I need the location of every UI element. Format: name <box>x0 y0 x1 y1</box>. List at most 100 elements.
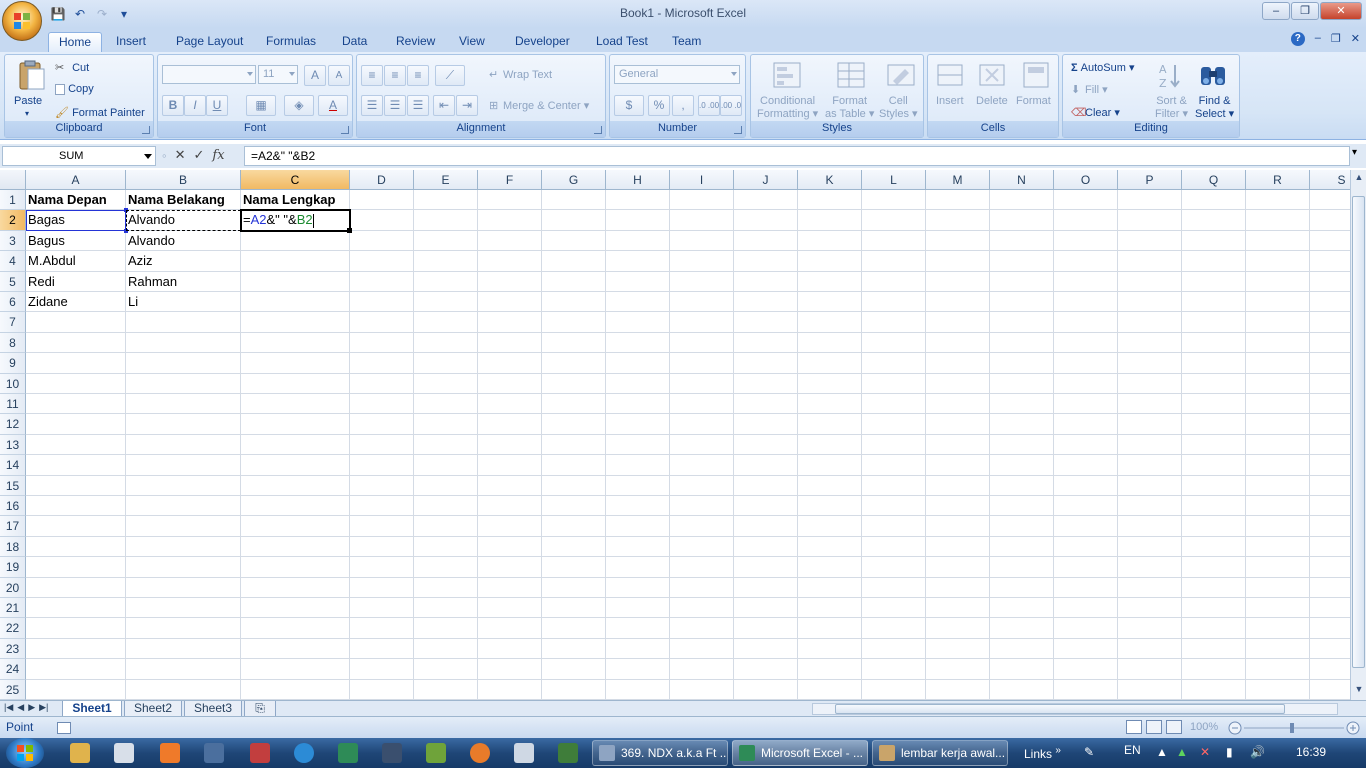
borders-button[interactable]: ▦ <box>246 95 276 116</box>
edit-icon[interactable]: ✎ <box>1084 745 1094 759</box>
merge-center-button[interactable]: ⊞ Merge & Center ▾ <box>489 99 589 113</box>
name-box-dropdown-icon[interactable] <box>144 154 152 159</box>
last-sheet-icon[interactable]: ▶| <box>39 702 48 713</box>
align-left-button[interactable]: ☰ <box>361 95 383 116</box>
cancel-entry-icon[interactable]: ✕ <box>175 147 186 163</box>
row-header[interactable]: 9 <box>0 353 26 374</box>
paste-icon[interactable] <box>15 59 47 91</box>
format-cells-icon[interactable] <box>1020 59 1052 91</box>
cell-b3[interactable]: Alvando <box>126 231 241 251</box>
column-header[interactable]: J <box>734 170 798 190</box>
insert-button[interactable]: Insert <box>936 95 964 107</box>
task-browser[interactable]: lembar kerja awal... <box>872 740 1008 766</box>
row-header[interactable]: 19 <box>0 557 26 578</box>
row-header[interactable]: 1 <box>0 190 26 211</box>
align-right-button[interactable]: ☰ <box>407 95 429 116</box>
tab-formulas[interactable]: Formulas <box>256 32 326 52</box>
row-header[interactable]: 8 <box>0 332 26 354</box>
formula-input[interactable]: =A2&" "&B2 <box>244 146 1350 166</box>
delete-cells-icon[interactable] <box>976 59 1008 91</box>
prev-sheet-icon[interactable]: ◀ <box>17 702 24 713</box>
cell-a5[interactable]: Redi <box>26 272 126 292</box>
align-middle-button[interactable]: ≡ <box>384 65 406 86</box>
select-all-corner[interactable] <box>0 170 26 190</box>
format-button[interactable]: Format <box>1016 95 1051 107</box>
horizontal-scroll-thumb[interactable] <box>835 704 1285 714</box>
number-format-combo[interactable]: General <box>614 65 740 84</box>
delete-button[interactable]: Delete <box>976 95 1008 107</box>
column-header[interactable]: L <box>862 170 926 190</box>
row-header[interactable]: 6 <box>0 292 26 313</box>
conditional-formatting-button[interactable]: Conditional Formatting ▾ <box>757 95 818 120</box>
row-header[interactable]: 25 <box>0 679 26 700</box>
row-header[interactable]: 10 <box>0 373 26 394</box>
vertical-scrollbar[interactable]: ▲ ▼ <box>1350 170 1366 700</box>
active-cell-c2[interactable]: =A2&" "&B2 <box>240 209 351 232</box>
row-header[interactable]: 14 <box>0 455 26 476</box>
start-button[interactable] <box>6 738 44 768</box>
workbook-close-button[interactable]: ✕ <box>1351 32 1360 46</box>
game-icon[interactable] <box>426 743 446 763</box>
font-size-combo[interactable]: 11 <box>258 65 298 84</box>
paste-dropdown-icon[interactable]: ▾ <box>25 109 29 118</box>
font-name-combo[interactable] <box>162 65 256 84</box>
workbook-minimize-button[interactable]: – <box>1315 32 1321 46</box>
zoom-slider[interactable] <box>1228 721 1360 735</box>
clear-button[interactable]: ⌫Clear ▾ <box>1071 106 1120 120</box>
speaker-icon[interactable]: 🔊 <box>1250 745 1265 759</box>
internet-explorer-icon[interactable] <box>294 743 314 763</box>
row-header[interactable]: 4 <box>0 251 26 272</box>
cut-button[interactable]: ✂ Cut <box>55 61 89 75</box>
underline-button[interactable]: U <box>206 95 228 116</box>
explorer-icon[interactable] <box>70 743 90 763</box>
cell-a1[interactable]: Nama Depan <box>26 190 126 210</box>
acrobat-icon[interactable] <box>250 743 270 763</box>
tab-home[interactable]: Home <box>48 32 103 52</box>
app-icon[interactable] <box>382 743 402 763</box>
task-music[interactable]: 369. NDX a.k.a Ft ... <box>592 740 728 766</box>
link-icon[interactable] <box>204 743 224 763</box>
alignment-launcher-icon[interactable] <box>594 126 602 134</box>
row-header[interactable]: 12 <box>0 414 26 435</box>
tab-team[interactable]: Team <box>662 32 711 52</box>
row-header[interactable]: 11 <box>0 394 26 415</box>
excel-pinned-icon[interactable] <box>338 743 358 763</box>
network-status-icon[interactable]: ▲ <box>1176 745 1188 759</box>
links-toolbar[interactable]: Links » <box>1024 745 1061 761</box>
task-excel[interactable]: Microsoft Excel - ... <box>732 740 868 766</box>
macro-record-icon[interactable] <box>56 721 71 734</box>
row-header[interactable]: 13 <box>0 434 26 456</box>
fill-button[interactable]: ⬇ Fill ▾ <box>1071 83 1108 97</box>
word-icon[interactable] <box>114 743 134 763</box>
page-layout-view-icon[interactable] <box>1146 720 1162 734</box>
normal-view-icon[interactable] <box>1126 720 1142 734</box>
zoom-level[interactable]: 100% <box>1190 721 1218 733</box>
autosum-button[interactable]: Σ AutoSum ▾ <box>1071 61 1135 74</box>
volume-muted-icon[interactable]: ✕ <box>1200 745 1210 759</box>
sheet-tab-sheet1[interactable]: Sheet1 <box>62 701 122 717</box>
close-button[interactable]: ✕ <box>1320 2 1362 20</box>
fill-color-button[interactable]: ◈ <box>284 95 314 116</box>
column-header[interactable]: D <box>350 170 414 190</box>
column-header[interactable]: R <box>1246 170 1310 190</box>
cell-a3[interactable]: Bagus <box>26 231 126 251</box>
grow-font-button[interactable]: A <box>304 65 326 86</box>
row-header[interactable]: 21 <box>0 598 26 619</box>
scroll-down-icon[interactable]: ▼ <box>1353 684 1365 698</box>
vertical-scroll-thumb[interactable] <box>1352 196 1365 668</box>
cell-b4[interactable]: Aziz <box>126 251 241 271</box>
conditional-formatting-icon[interactable] <box>771 59 803 91</box>
firefox-icon[interactable] <box>470 743 490 763</box>
insert-sheet-tab[interactable]: ⎘ <box>244 701 276 717</box>
tab-developer[interactable]: Developer <box>505 32 580 52</box>
row-header[interactable]: 23 <box>0 638 26 660</box>
column-header[interactable]: N <box>990 170 1054 190</box>
column-header[interactable]: I <box>670 170 734 190</box>
tab-insert[interactable]: Insert <box>106 32 156 52</box>
font-color-button[interactable]: A <box>318 95 348 116</box>
comma-button[interactable]: , <box>672 95 694 116</box>
shrink-font-button[interactable]: A <box>328 65 350 86</box>
wrap-text-button[interactable]: ↵ Wrap Text <box>489 68 552 82</box>
horizontal-scrollbar[interactable] <box>812 703 1338 715</box>
language-indicator[interactable]: EN <box>1124 743 1141 757</box>
